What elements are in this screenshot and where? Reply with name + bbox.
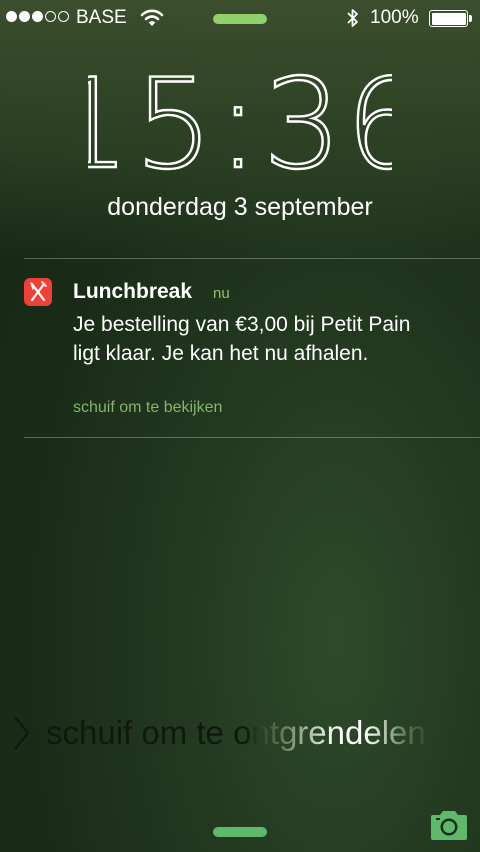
signal-dot (6, 11, 17, 22)
battery-tip (469, 15, 472, 22)
signal-dot (58, 11, 69, 22)
notification-divider-bottom (24, 437, 480, 438)
chevron-right-icon (12, 714, 32, 757)
signal-dot (32, 11, 43, 22)
wifi-icon (140, 9, 164, 33)
clock: 15:36 (50, 52, 426, 198)
battery-icon (429, 10, 468, 27)
clock-time: 15:36 (88, 66, 392, 176)
signal-dot (45, 11, 56, 22)
notification-slide-hint: schuif om te bekijken (73, 399, 223, 416)
lock-date: donderdag 3 september (107, 193, 373, 221)
fork-knife-icon (24, 278, 52, 306)
signal-dot (19, 11, 30, 22)
bluetooth-icon (346, 8, 360, 34)
status-bar: BASE 100% (0, 0, 480, 38)
slide-to-unlock[interactable]: schuif om te ontgrendelen (0, 712, 480, 756)
notification-divider-top (24, 258, 480, 259)
notification-message: Je bestelling van €3,00 bij Petit Pain l… (73, 313, 411, 365)
battery-percentage: 100% (370, 7, 419, 28)
battery-level (431, 12, 466, 25)
notification-time: nu (213, 285, 230, 302)
notification-center-grabber[interactable] (213, 14, 267, 24)
control-center-grabber[interactable] (213, 827, 267, 837)
carrier-name: BASE (76, 7, 127, 28)
notification-app-name: Lunchbreak (73, 280, 193, 303)
signal-strength-indicator (6, 11, 69, 22)
unlock-label: schuif om te ontgrendelen (46, 714, 426, 751)
camera-icon[interactable] (428, 808, 470, 847)
